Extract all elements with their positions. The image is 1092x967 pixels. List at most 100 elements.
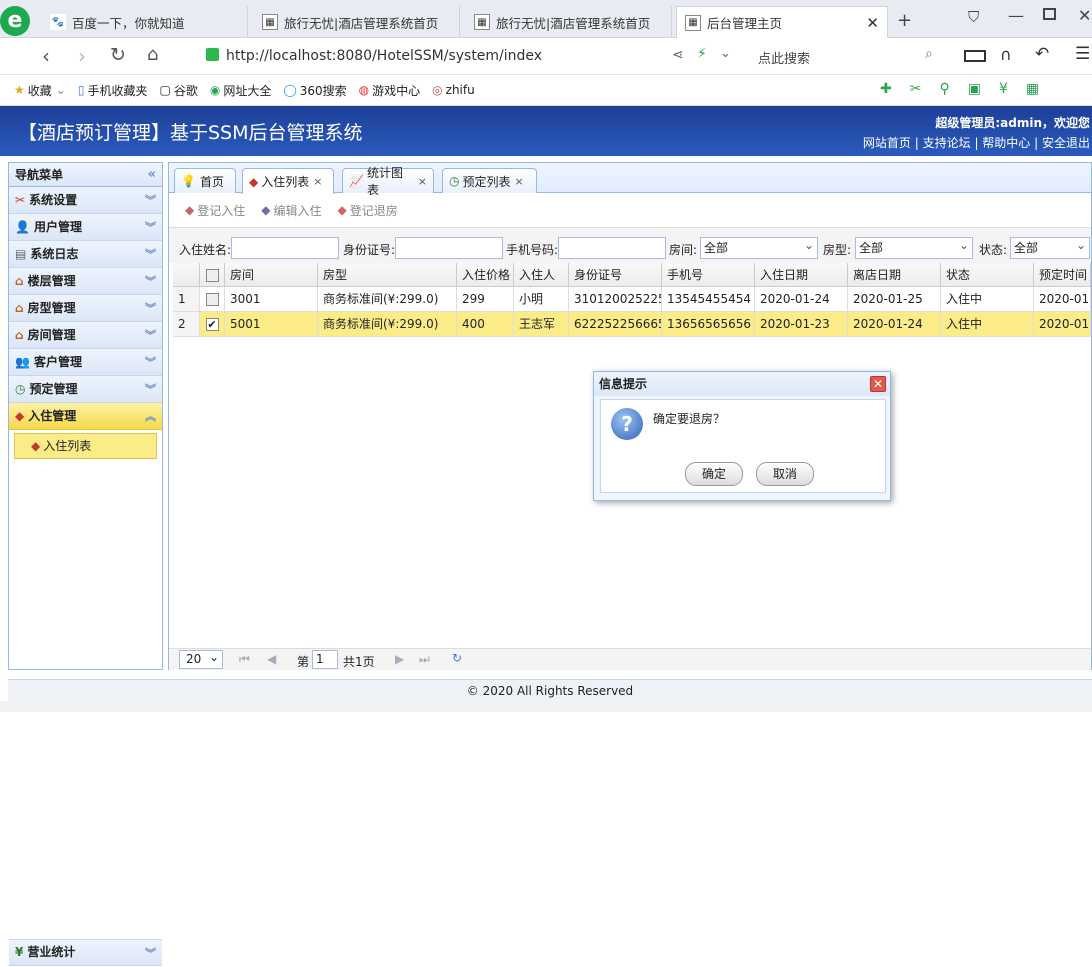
shirt-icon[interactable]: ⛉	[968, 8, 979, 26]
bookmark-item[interactable]: ◎ zhifu	[432, 83, 475, 97]
row-checkbox[interactable]	[200, 287, 225, 312]
page-number-input[interactable]: 1	[312, 650, 338, 669]
share-icon[interactable]: ⋖	[672, 47, 684, 63]
chevron-down-icon: ︾	[145, 329, 156, 342]
new-tab-icon[interactable]: +	[897, 10, 912, 31]
building-icon: ⌂	[15, 273, 24, 288]
home-icon[interactable]: ⌂	[147, 44, 158, 65]
undo-icon[interactable]: ↶	[1035, 44, 1049, 64]
table-header[interactable]: 入住价格	[457, 263, 514, 287]
bookmark-item[interactable]: ★ 收藏 ⌄	[14, 82, 66, 99]
bookmark-item[interactable]: ◉ 网址大全	[210, 82, 272, 99]
table-header[interactable]: 手机号	[662, 263, 755, 287]
sidebar-subitem-checkin-list[interactable]: ◆ 入住列表	[14, 433, 157, 459]
status-select[interactable]: 全部	[1010, 235, 1090, 259]
prev-page-icon[interactable]: ◀	[267, 652, 276, 666]
sidebar: 导航菜单 « ✂ 系统设置 ︾ 👤 用户管理 ︾ ▤ 系统日志 ︾ ⌂ 楼层管理 ︾ ⌂ 房型管理…	[8, 162, 163, 966]
table-header[interactable]: 身份证号	[569, 263, 662, 287]
tab-charts[interactable]: 📈 统计图表 ×	[342, 166, 434, 197]
link-home[interactable]: 网站首页	[863, 136, 911, 150]
tab-label: 入住列表	[261, 175, 310, 189]
sidebar-item-stats[interactable]: ¥ 营业统计 ︾	[9, 939, 162, 966]
tab-label: 统计图表	[366, 166, 403, 197]
window-close-icon[interactable]: ✕	[1078, 6, 1091, 25]
page-size-select[interactable]: 20 ⌄	[179, 650, 223, 669]
row-checkbox[interactable]: ✔	[200, 312, 225, 337]
sidebar-item-users[interactable]: 👤 用户管理 ︾	[9, 214, 162, 241]
sidebar-item-system[interactable]: ✂ 系统设置 ︾	[9, 187, 162, 214]
edit-checkin-button[interactable]: ◆ 编辑入住	[261, 202, 321, 219]
sidebar-item-logs[interactable]: ▤ 系统日志 ︾	[9, 241, 162, 268]
battery-icon[interactable]	[964, 50, 986, 62]
back-icon[interactable]: ‹	[42, 44, 50, 68]
browser-tab[interactable]: ▦ 旅行无忧|酒店管理系统首页	[254, 6, 460, 38]
sidebar-item-roomtypes[interactable]: ⌂ 房型管理 ︾	[9, 295, 162, 322]
close-icon[interactable]: ✕	[870, 376, 886, 392]
browser-logo-icon[interactable]: e	[0, 6, 30, 36]
close-icon[interactable]: ×	[418, 175, 427, 188]
sidebar-item-rooms[interactable]: ⌂ 房间管理 ︾	[9, 322, 162, 349]
confirm-button[interactable]: 确定	[685, 462, 743, 486]
maximize-icon[interactable]	[1043, 8, 1056, 20]
search-icon[interactable]: ⌕	[925, 46, 933, 62]
bookmark-item[interactable]: ◯ 360搜索	[283, 82, 346, 99]
url-field[interactable]: http://localhost:8080/HotelSSM/system/in…	[226, 48, 542, 64]
sidebar-item-bookings[interactable]: ◷ 预定管理 ︾	[9, 376, 162, 403]
browser-tab-active[interactable]: ▦ 后台管理主页 ✕	[676, 6, 888, 38]
first-page-icon[interactable]: ⏮	[239, 652, 250, 667]
sidebar-item-checkin[interactable]: ◆ 入住管理 ︽	[9, 403, 162, 430]
status-label: 状态:	[979, 243, 1008, 257]
forward-icon[interactable]: ›	[78, 44, 86, 68]
extension-icons[interactable]: ✚✂⚲▣¥▦	[880, 81, 1057, 97]
refresh-icon[interactable]: ↻	[110, 44, 126, 66]
close-icon[interactable]: ×	[515, 175, 524, 188]
tab-bookings[interactable]: ◷ 预定列表 ×	[442, 168, 537, 193]
tab-home[interactable]: 💡 首页	[174, 168, 236, 193]
sidebar-item-customers[interactable]: 👥 客户管理 ︾	[9, 349, 162, 376]
tab-checkin-list[interactable]: ◆ 入住列表 ×	[242, 168, 334, 194]
browser-tab[interactable]: 🐾 百度一下，你就知道	[42, 6, 248, 38]
idcard-input[interactable]	[395, 237, 503, 259]
name-input[interactable]	[231, 237, 339, 259]
search-field[interactable]: 点此搜索	[758, 48, 810, 67]
button-label: 登记入住	[197, 203, 246, 218]
secure-icon	[206, 48, 219, 61]
lightning-icon[interactable]: ⚡	[697, 46, 707, 62]
headset-icon[interactable]: ∩	[1000, 45, 1012, 64]
bookmarks-bar: ★ 收藏 ⌄ ▯ 手机收藏夹 ▢ 谷歌 ◉ 网址大全 ◯ 360搜索 ◍ 游戏中心 ◎ zhif…	[0, 75, 1092, 106]
roomtype-select[interactable]: 全部	[855, 235, 973, 259]
table-header[interactable]: 入住人	[514, 263, 569, 287]
link-forum[interactable]: 支持论坛	[923, 136, 971, 150]
name-label: 入住姓名:	[179, 243, 232, 257]
browser-tab[interactable]: ▦ 旅行无忧|酒店管理系统首页	[466, 6, 672, 38]
table-header[interactable]: 预定时间	[1034, 263, 1091, 287]
page-label: 第	[297, 655, 310, 669]
collapse-icon[interactable]: «	[148, 163, 156, 187]
cancel-button[interactable]: 取消	[756, 462, 814, 486]
game-icon: ◍	[358, 83, 370, 97]
close-icon[interactable]: ×	[313, 175, 322, 188]
close-icon[interactable]: ✕	[866, 14, 879, 32]
menu-icon[interactable]: ☰	[1075, 44, 1090, 64]
table-header[interactable]: 房型	[318, 263, 457, 287]
last-page-icon[interactable]: ⏭	[419, 652, 430, 667]
minimize-icon[interactable]: —	[1008, 6, 1024, 25]
table-header[interactable]: 房间	[225, 263, 318, 287]
link-logout[interactable]: 安全退出	[1042, 136, 1090, 150]
link-help[interactable]: 帮助中心	[982, 136, 1030, 150]
checkout-button[interactable]: ◆ 登记退房	[338, 202, 398, 219]
reload-icon[interactable]: ↻	[452, 651, 462, 665]
bookmark-item[interactable]: ▢ 谷歌	[159, 82, 197, 99]
add-checkin-button[interactable]: ◆ 登记入住	[185, 202, 245, 219]
table-header[interactable]: 离店日期	[848, 263, 941, 287]
table-header[interactable]: 入住日期	[755, 263, 848, 287]
bookmark-item[interactable]: ▯ 手机收藏夹	[78, 82, 148, 99]
chevron-down-icon[interactable]: ⌄	[720, 46, 731, 61]
table-header[interactable]: 状态	[941, 263, 1034, 287]
phone-input[interactable]	[558, 237, 666, 259]
next-page-icon[interactable]: ▶	[395, 652, 404, 666]
room-select[interactable]: 全部	[700, 235, 818, 259]
sidebar-item-floors[interactable]: ⌂ 楼层管理 ︾	[9, 268, 162, 295]
select-all-checkbox[interactable]	[200, 263, 225, 287]
bookmark-item[interactable]: ◍ 游戏中心	[359, 82, 421, 99]
